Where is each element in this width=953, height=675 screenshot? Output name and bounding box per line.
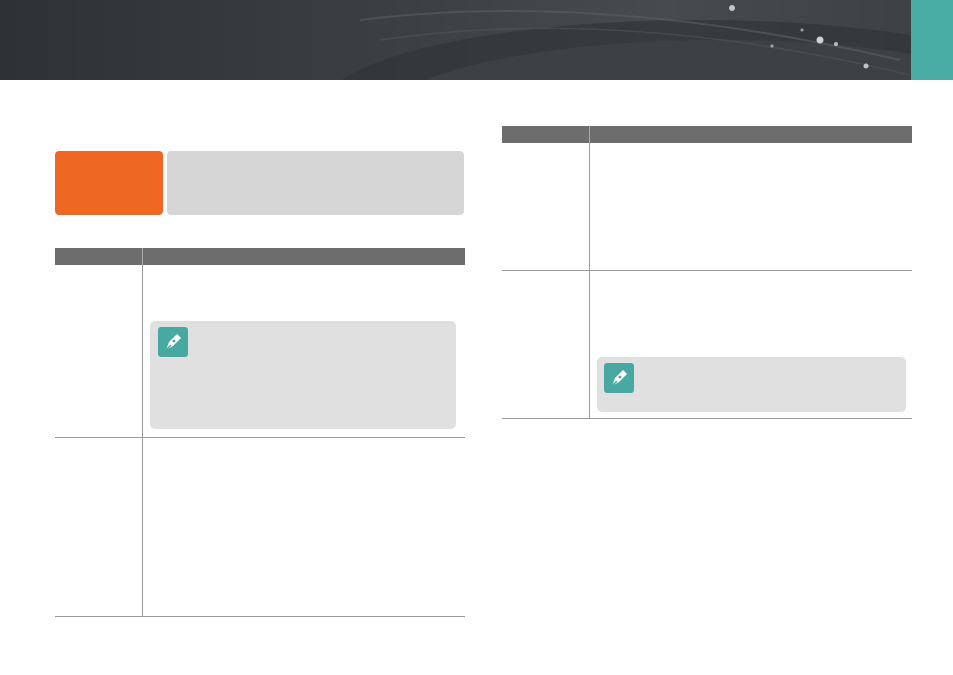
- left-table-column-divider: [142, 265, 143, 617]
- right-table-row-divider: [502, 270, 912, 271]
- pen-nib-icon: [158, 327, 188, 357]
- right-table-bottom-border: [502, 418, 912, 419]
- pen-nib-icon: [604, 363, 634, 393]
- section-description: [167, 151, 464, 215]
- left-table-bottom-border: [55, 616, 465, 617]
- left-note-box: [150, 321, 456, 429]
- right-table-header: [502, 126, 912, 143]
- right-note-box: [597, 357, 906, 412]
- header-artwork: [341, 5, 953, 80]
- chapter-tab: [911, 0, 953, 80]
- left-table-row-divider: [55, 437, 465, 438]
- header-banner: [0, 0, 953, 80]
- right-table-column-divider: [589, 143, 590, 419]
- left-table-header: [55, 248, 465, 265]
- section-badge: [55, 151, 163, 215]
